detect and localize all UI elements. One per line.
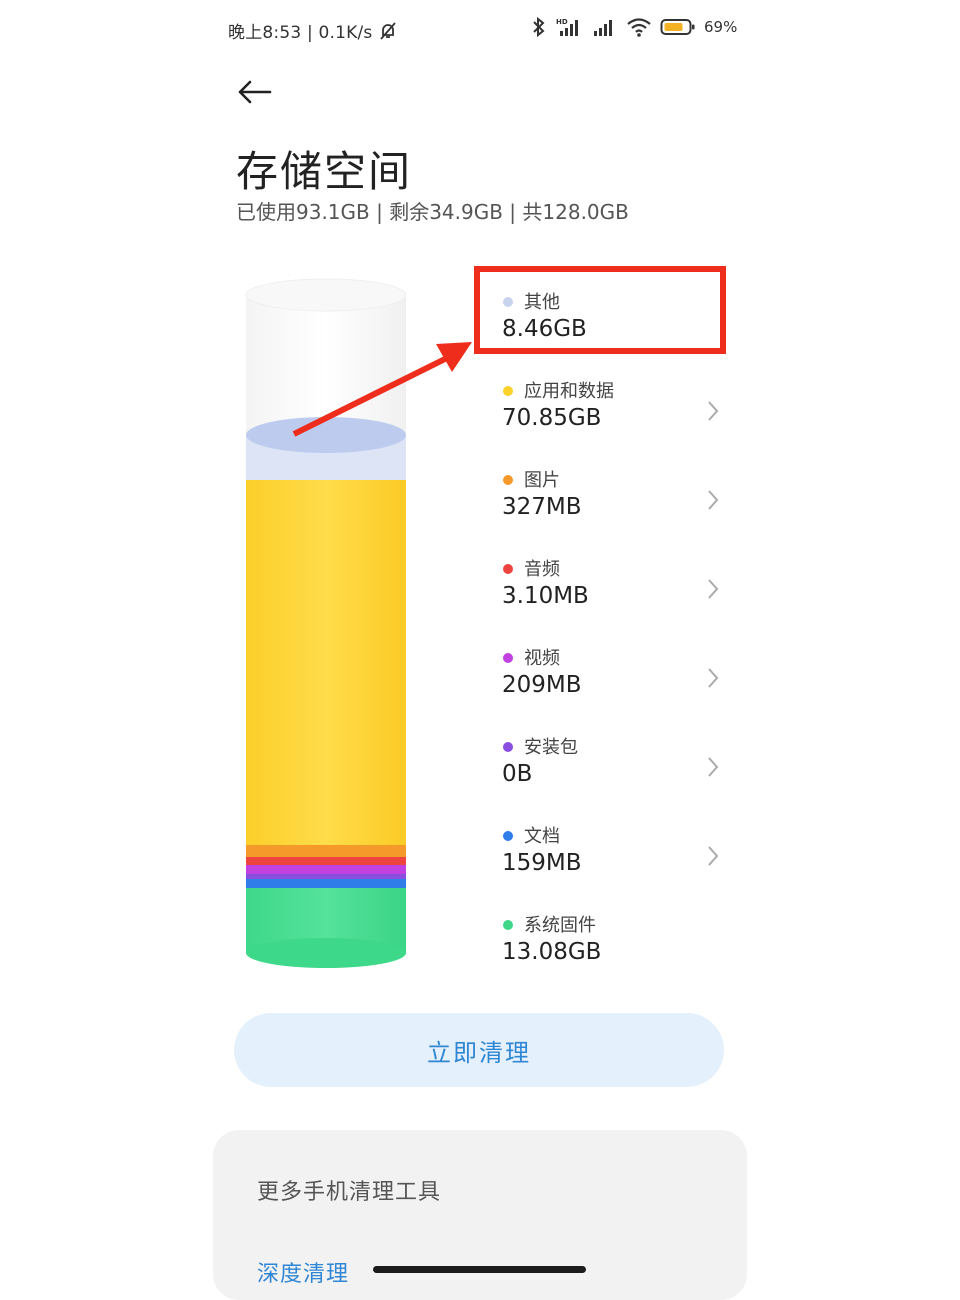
svg-text:HD: HD <box>556 18 568 26</box>
back-arrow-icon <box>238 80 272 104</box>
category-color-dot <box>503 653 513 663</box>
deep-clean-link[interactable]: 深度清理 <box>257 1256 349 1288</box>
back-button[interactable] <box>236 72 276 112</box>
category-label: 安装包 <box>524 737 578 758</box>
category-system: 系统固件 13.08GB <box>500 911 730 985</box>
chevron-right-icon <box>708 401 719 421</box>
category-color-dot <box>503 564 513 574</box>
category-size: 159MB <box>502 850 582 876</box>
category-audio[interactable]: 音频 3.10MB <box>500 555 730 629</box>
chevron-right-icon <box>708 846 719 866</box>
category-label: 图片 <box>524 470 560 491</box>
status-time-speed: 晚上8:53 | 0.1K/s <box>228 23 373 43</box>
page-title: 存储空间 <box>236 147 413 196</box>
category-video[interactable]: 视频 209MB <box>500 644 730 718</box>
category-packages[interactable]: 安装包 0B <box>500 733 730 807</box>
category-label: 应用和数据 <box>524 381 614 402</box>
category-color-dot <box>503 742 513 752</box>
chevron-right-icon <box>708 579 719 599</box>
category-documents[interactable]: 文档 159MB <box>500 822 730 896</box>
category-size: 327MB <box>502 494 582 520</box>
clean-now-button[interactable]: 立即清理 <box>234 1013 724 1087</box>
storage-summary: 已使用93.1GB | 剩余34.9GB | 共128.0GB <box>236 200 629 224</box>
signal-icon <box>594 20 612 36</box>
hd-signal-icon: HD <box>556 18 578 36</box>
category-label: 音频 <box>524 559 560 580</box>
battery-percent: 69% <box>704 18 738 36</box>
category-size: 3.10MB <box>502 583 589 609</box>
category-size: 209MB <box>502 672 582 698</box>
category-label: 其他 <box>524 292 560 313</box>
category-size: 70.85GB <box>502 405 602 431</box>
chevron-right-icon <box>708 668 719 688</box>
category-images[interactable]: 图片 327MB <box>500 466 730 540</box>
category-color-dot <box>503 920 513 930</box>
category-label: 系统固件 <box>524 915 596 936</box>
category-size: 13.08GB <box>502 939 602 965</box>
status-bar-right: HD 69% <box>530 16 737 38</box>
battery-icon <box>660 19 695 35</box>
category-color-dot <box>503 831 513 841</box>
category-color-dot <box>503 297 513 307</box>
category-label: 文档 <box>524 826 560 847</box>
category-size: 0B <box>502 761 533 787</box>
category-color-dot <box>503 386 513 396</box>
home-indicator[interactable] <box>373 1266 586 1273</box>
chevron-right-icon <box>708 490 719 510</box>
category-color-dot <box>503 475 513 485</box>
category-other: 其他 8.46GB <box>500 288 730 362</box>
category-size: 8.46GB <box>502 316 587 342</box>
status-bar-left: 晚上8:53 | 0.1K/s <box>228 18 398 43</box>
annotation-arrow <box>292 342 472 437</box>
category-label: 视频 <box>524 648 560 669</box>
bluetooth-icon <box>533 16 545 38</box>
wifi-icon <box>627 18 651 37</box>
silent-bell-icon <box>380 21 397 40</box>
chevron-right-icon <box>708 757 719 777</box>
more-tools-title: 更多手机清理工具 <box>257 1180 442 1205</box>
category-apps[interactable]: 应用和数据 70.85GB <box>500 377 730 451</box>
